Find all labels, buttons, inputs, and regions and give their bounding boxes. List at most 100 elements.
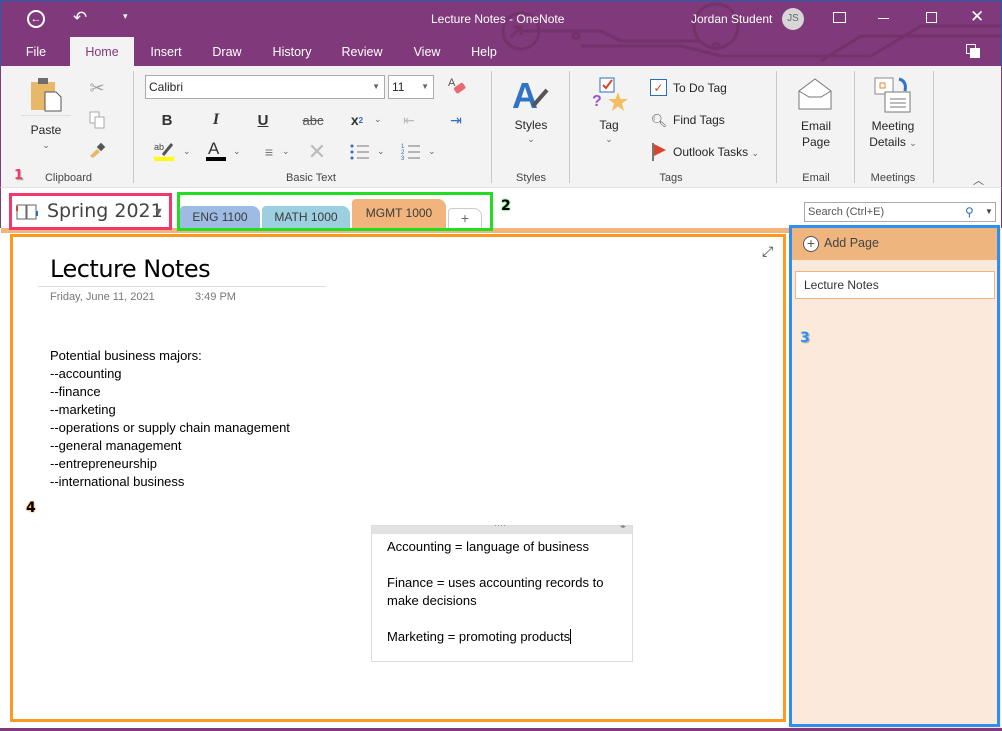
chevron-down-icon[interactable]: ⌄ [183,146,191,157]
search-scope-dropdown-icon[interactable]: ▼ [985,203,993,221]
meeting-label-2: Details [869,135,906,149]
chevron-down-icon[interactable]: ⌄ [282,146,290,157]
chevron-down-icon[interactable]: ⌄ [377,146,385,157]
window-title: Lecture Notes - OneNote [431,12,565,26]
svg-text:?: ? [592,93,602,110]
tab-view[interactable]: View [406,37,448,66]
clear-formatting-icon[interactable]: A [446,76,468,98]
customize-qat-icon[interactable]: ▾ [123,11,128,22]
maximize-icon[interactable] [926,12,937,23]
font-color-swatch [206,157,226,161]
cut-icon[interactable]: ✂ [87,78,107,98]
copy-icon[interactable] [87,110,107,130]
italic-icon[interactable]: I [206,110,226,130]
outlook-tasks-button[interactable]: Outlook Tasks ⌄ [673,145,759,159]
font-name-combo[interactable]: Calibri ▼ [145,75,385,99]
styles-group-label: Styles [516,172,546,184]
avatar[interactable]: JS [782,8,804,30]
ribbon-display-icon[interactable] [833,12,846,23]
tab-insert[interactable]: Insert [141,37,191,66]
switch-window-icon[interactable] [966,44,980,58]
font-size-combo[interactable]: 11 ▼ [388,75,434,99]
highlight-icon[interactable]: ab [153,140,177,164]
basic-text-group-label: Basic Text [286,172,336,184]
tab-help[interactable]: Help [463,37,505,66]
tab-history[interactable]: History [265,37,319,66]
chevron-down-icon[interactable]: ⌄ [589,134,629,145]
close-icon[interactable]: ✕ [970,7,984,27]
email-label-1: Email [800,119,831,133]
tab-home[interactable]: Home [70,37,134,66]
meeting-details-icon[interactable] [873,76,913,114]
email-icon[interactable] [797,77,833,111]
find-tags-button[interactable]: Find Tags [673,113,725,127]
tag-button[interactable]: Tag [589,118,629,132]
meeting-label-1: Meeting [871,119,915,133]
tab-review[interactable]: Review [335,37,389,66]
email-page-button[interactable]: Email Page [791,118,841,150]
chevron-down-icon[interactable]: ⌄ [374,114,382,125]
svg-text:ab: ab [154,142,164,152]
search-icon[interactable]: ⚲ [965,203,974,221]
todo-tag-button[interactable]: To Do Tag [673,81,727,95]
tab-file[interactable]: File [14,37,58,66]
chevron-down-icon: ▼ [421,82,429,91]
todo-checkbox-icon[interactable]: ✓ [650,79,667,96]
annotation-box-sections [177,192,493,231]
numbering-icon[interactable]: 123 [400,142,422,162]
user-name[interactable]: Jordan Student [691,12,772,26]
svg-text:3: 3 [401,156,405,161]
ribbon: Paste ⌄ ✂ Clipboard Calibri ▼ 11 ▼ A B I U… [0,66,1002,188]
tags-group-label: Tags [659,172,683,184]
strikethrough-icon[interactable]: abc [301,110,325,130]
back-icon[interactable]: ← [27,10,45,28]
highlight-color-swatch [154,157,174,161]
svg-text:A: A [448,77,456,89]
chevron-down-icon: ▼ [372,82,380,91]
annotation-box-pages [789,225,1000,727]
chevron-down-icon: ⌄ [909,138,917,148]
annotation-badge-4: 4 [26,500,36,516]
decrease-indent-icon[interactable]: ⇤ [399,110,419,130]
svg-text:A: A [208,139,220,158]
email-group-label: Email [802,172,830,184]
delete-icon[interactable]: ✕ [305,139,329,164]
email-label-2: Page [801,135,831,149]
title-bar: ← ↶ ▾ Lecture Notes - OneNote Jordan Stu… [0,0,1002,66]
underline-icon[interactable]: U [253,110,273,130]
font-color-icon[interactable]: A [205,138,227,164]
tag-icon[interactable]: ? [591,76,629,114]
meeting-details-button[interactable]: Meeting Details ⌄ [863,118,923,151]
font-name-value: Calibri [149,80,184,94]
outlook-tasks-label: Outlook Tasks [673,145,749,159]
chevron-down-icon[interactable]: ⌄ [428,146,436,157]
annotation-box-page-canvas [10,234,786,722]
collapse-ribbon-icon[interactable]: ︿ [973,172,984,188]
search-input[interactable]: Search (Ctrl+E) [808,206,884,218]
chevron-down-icon[interactable]: ⌄ [506,134,556,145]
clipboard-group-label: Clipboard [44,172,93,184]
styles-icon[interactable]: A [511,76,551,114]
annotation-badge-2: 2 [501,198,511,214]
styles-button[interactable]: Styles [506,118,556,132]
chevron-down-icon[interactable]: ⌄ [233,146,241,157]
minimize-icon[interactable] [878,18,889,19]
undo-icon[interactable]: ↶ [73,8,87,28]
paste-icon[interactable] [30,76,62,112]
subscript-icon[interactable]: x2 [346,110,368,130]
svg-text:A: A [512,76,538,114]
flag-icon[interactable] [651,142,669,162]
increase-indent-icon[interactable]: ⇥ [446,110,466,130]
tab-draw[interactable]: Draw [204,37,250,66]
search-box[interactable]: Search (Ctrl+E) ⚲ ▼ [804,202,996,222]
find-tags-icon[interactable]: 🔍︎ [649,111,669,131]
annotation-box-notebook [9,193,172,230]
font-size-value: 11 [392,80,405,94]
bold-icon[interactable]: B [157,110,177,130]
align-icon[interactable]: ≡ [259,142,279,162]
format-painter-icon[interactable] [87,140,107,160]
paste-dropdown-icon[interactable]: ⌄ [21,140,71,151]
annotation-badge-1: 1 [14,168,24,183]
bullets-icon[interactable] [349,142,371,162]
paste-button[interactable]: Paste [21,123,71,137]
